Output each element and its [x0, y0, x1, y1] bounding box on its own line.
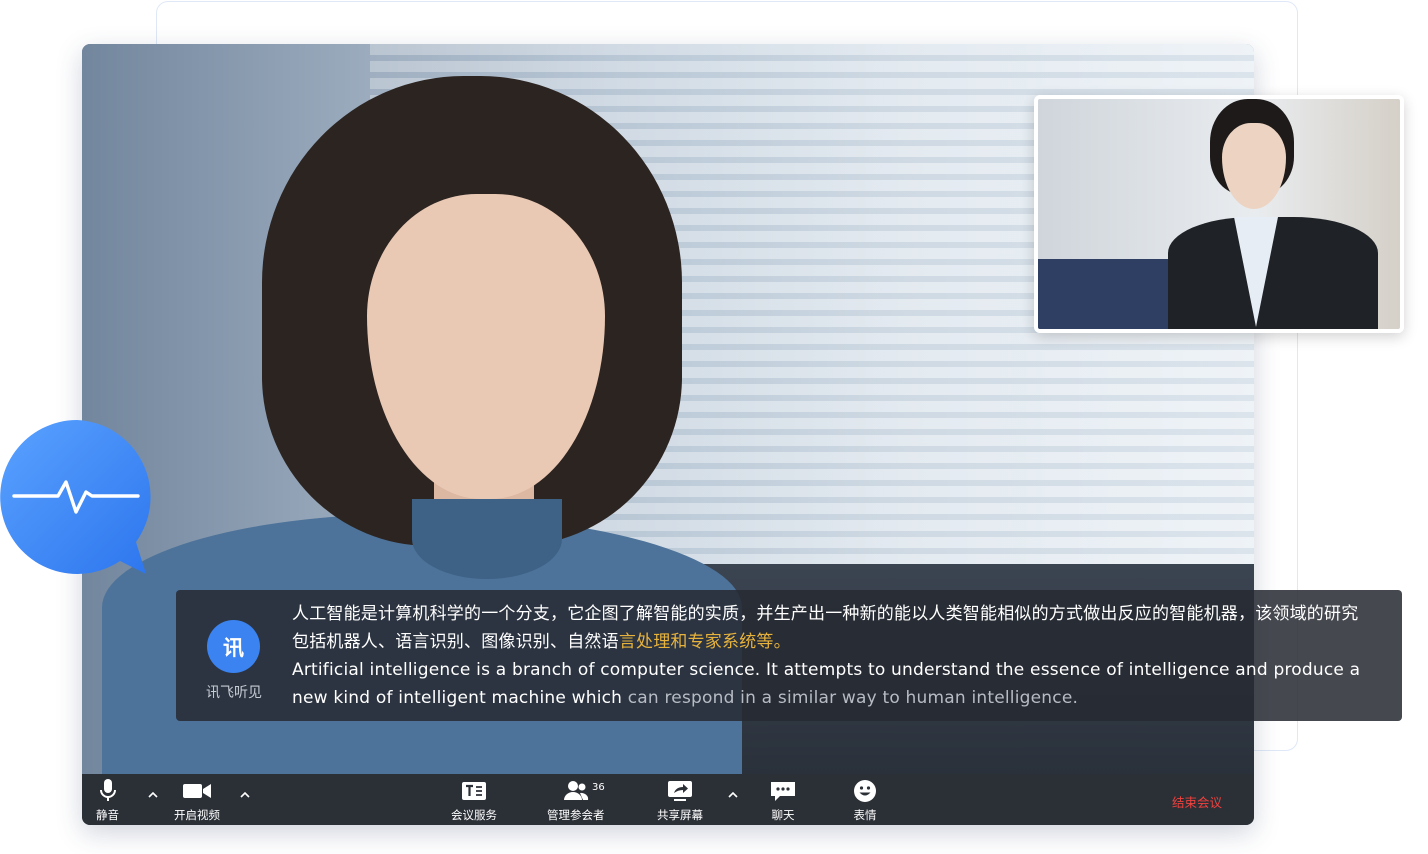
video-camera-icon	[182, 778, 212, 804]
meeting-toolbar: 静音 开启视频 会议服务 管理参会者 36 共享屏幕 聊天 表情 结束会议	[82, 774, 1254, 825]
live-caption-panel: 讯 讯飞听见 人工智能是计算机科学的一个分支，它企图了解智能的实质，并生产出一种…	[176, 590, 1402, 721]
meeting-service-icon	[461, 778, 487, 804]
meeting-service-label: 会议服务	[451, 808, 497, 822]
pip-person-face	[1222, 123, 1286, 209]
speaker-avatar: 讯	[207, 620, 260, 673]
participants-icon	[563, 778, 589, 804]
chat-button[interactable]: 聊天	[770, 778, 796, 823]
app-stage: 静音 开启视频 会议服务 管理参会者 36 共享屏幕 聊天 表情 结束会议 讯 …	[0, 0, 1428, 854]
video-options-chevron-up-icon[interactable]	[238, 788, 252, 802]
emoji-button[interactable]: 表情	[853, 778, 877, 823]
start-video-label: 开启视频	[174, 808, 220, 822]
caption-en-pending: can respond in a similar way to human in…	[622, 688, 1079, 708]
start-video-button[interactable]: 开启视频	[174, 778, 220, 823]
caption-text: 人工智能是计算机科学的一个分支，它企图了解智能的实质，并生产出一种新的能以人类智…	[292, 600, 1362, 712]
mute-label: 静音	[96, 808, 119, 822]
caption-zh-main: 人工智能是计算机科学的一个分支，它企图了解智能的实质，并生产出一种新的能以人类智…	[292, 604, 1359, 652]
mute-options-chevron-up-icon[interactable]	[146, 788, 160, 802]
end-meeting-button[interactable]: 结束会议	[1172, 792, 1222, 811]
pip-chair-backdrop	[1038, 259, 1174, 329]
meeting-service-button[interactable]: 会议服务	[451, 778, 497, 823]
share-options-chevron-up-icon[interactable]	[726, 788, 740, 802]
waveform-speech-bubble-icon	[0, 420, 151, 574]
caption-zh-live: 言处理和专家系统等。	[618, 632, 791, 652]
manage-participants-label: 管理参会者	[547, 808, 605, 822]
microphone-icon	[98, 778, 118, 804]
emoji-label: 表情	[853, 808, 877, 822]
participant-count-badge: 36	[592, 782, 605, 793]
speaker-name: 讯飞听见	[206, 685, 262, 701]
smiley-icon	[853, 778, 877, 804]
share-screen-button[interactable]: 共享屏幕	[657, 778, 703, 823]
mute-button[interactable]: 静音	[96, 778, 119, 823]
speaker-collar	[412, 499, 562, 579]
share-screen-icon	[667, 778, 693, 804]
chat-icon	[770, 778, 796, 804]
chat-label: 聊天	[771, 808, 795, 822]
participant-thumbnail-video[interactable]	[1034, 95, 1404, 333]
share-screen-label: 共享屏幕	[657, 808, 703, 822]
